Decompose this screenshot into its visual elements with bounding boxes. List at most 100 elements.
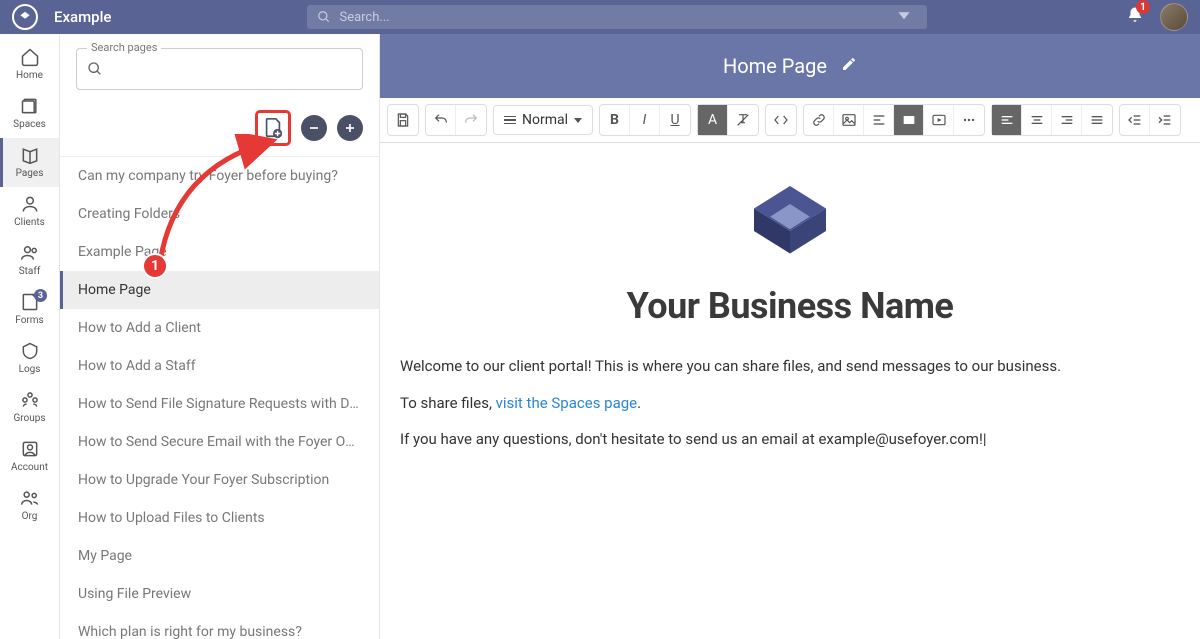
- search-icon: [317, 10, 331, 24]
- pages-search-label: Search pages: [87, 41, 161, 54]
- page-item[interactable]: How to Upgrade Your Foyer Subscription: [60, 461, 379, 499]
- block-icon: [901, 112, 917, 128]
- rail-item-home[interactable]: Home: [0, 40, 59, 89]
- save-icon: [395, 112, 411, 128]
- new-page-button-highlight: [255, 110, 291, 146]
- content-area: Home Page Normal B I: [380, 34, 1200, 639]
- notifications-button[interactable]: 1: [1126, 6, 1144, 28]
- align-button[interactable]: [864, 105, 894, 135]
- block-button[interactable]: [894, 105, 924, 135]
- page-list: Can my company try Foyer before buying? …: [60, 157, 379, 639]
- collapse-button[interactable]: [301, 115, 327, 141]
- code-icon: [773, 112, 789, 128]
- staff-icon: [19, 242, 41, 264]
- undo-button[interactable]: [426, 105, 456, 135]
- align-justify-icon: [1089, 112, 1105, 128]
- pages-icon: [19, 144, 41, 166]
- redo-button[interactable]: [456, 105, 486, 135]
- align-right-icon: [1059, 112, 1075, 128]
- outdent-icon: [1127, 112, 1143, 128]
- chevron-down-icon: [897, 8, 919, 26]
- link-button[interactable]: [804, 105, 834, 135]
- align-right-button[interactable]: [1052, 105, 1082, 135]
- rail-item-pages[interactable]: Pages: [0, 138, 59, 187]
- video-icon: [931, 112, 947, 128]
- rail-item-account[interactable]: Account: [0, 432, 59, 481]
- align-left-button[interactable]: [992, 105, 1022, 135]
- link-icon: [811, 112, 827, 128]
- align-left-icon: [999, 112, 1015, 128]
- page-title: Home Page: [723, 54, 827, 78]
- paragraph-icon: [504, 116, 516, 125]
- outdent-button[interactable]: [1120, 105, 1150, 135]
- new-page-button[interactable]: [262, 117, 284, 139]
- page-item[interactable]: How to Send Secure Email with the Foyer …: [60, 423, 379, 461]
- page-item-selected[interactable]: Home Page: [60, 271, 379, 309]
- minus-icon: [306, 120, 322, 136]
- bold-button[interactable]: B: [600, 105, 630, 135]
- logs-icon: [19, 340, 41, 362]
- bold-icon: B: [610, 112, 619, 128]
- avatar[interactable]: [1160, 3, 1188, 31]
- indent-button[interactable]: [1150, 105, 1180, 135]
- align-icon: [871, 112, 887, 128]
- rail-item-clients[interactable]: Clients: [0, 187, 59, 236]
- align-center-button[interactable]: [1022, 105, 1052, 135]
- pages-search-input[interactable]: Search pages: [76, 48, 363, 90]
- image-button[interactable]: [834, 105, 864, 135]
- video-button[interactable]: [924, 105, 954, 135]
- save-button[interactable]: [388, 105, 418, 135]
- rail-item-forms[interactable]: 3 Forms: [0, 285, 59, 334]
- rail-item-groups[interactable]: Groups: [0, 383, 59, 432]
- edit-title-button[interactable]: [841, 56, 857, 76]
- page-item[interactable]: Example Page: [60, 233, 379, 271]
- document-title: Your Business Name: [400, 285, 1180, 327]
- search-placeholder: Search...: [339, 10, 389, 25]
- page-item[interactable]: Using File Preview: [60, 575, 379, 613]
- format-dropdown[interactable]: Normal: [493, 105, 593, 135]
- expand-button[interactable]: [337, 115, 363, 141]
- document-paragraph: To share files, visit the Spaces page.: [400, 392, 1180, 415]
- nav-rail: Home Spaces Pages Clients Staff 3 For: [0, 34, 60, 639]
- chevron-down-icon: [574, 118, 582, 123]
- code-button[interactable]: [766, 105, 796, 135]
- spaces-link[interactable]: visit the Spaces page: [496, 394, 638, 412]
- business-logo-icon: [400, 177, 1180, 267]
- brand-name: Example: [54, 8, 111, 26]
- org-icon: [19, 487, 41, 509]
- page-item[interactable]: Can my company try Foyer before buying?: [60, 157, 379, 195]
- document-paragraph: If you have any questions, don't hesitat…: [400, 428, 1180, 451]
- image-icon: [841, 112, 857, 128]
- page-item[interactable]: How to Send File Signature Requests with…: [60, 385, 379, 423]
- undo-icon: [433, 112, 449, 128]
- clear-format-button[interactable]: [728, 105, 758, 135]
- global-search-input[interactable]: Search...: [307, 5, 927, 29]
- editor-body[interactable]: Your Business Name Welcome to our client…: [380, 143, 1200, 639]
- topbar: Example Search... 1: [0, 0, 1200, 34]
- page-actions: [60, 100, 379, 157]
- font-color-icon: A: [708, 112, 717, 128]
- underline-button[interactable]: U: [660, 105, 690, 135]
- page-item[interactable]: Creating Folders: [60, 195, 379, 233]
- italic-button[interactable]: I: [630, 105, 660, 135]
- rail-item-org[interactable]: Org: [0, 481, 59, 530]
- page-item[interactable]: My Page: [60, 537, 379, 575]
- more-icon: [961, 112, 977, 128]
- underline-icon: U: [670, 112, 679, 128]
- page-item[interactable]: How to Add a Client: [60, 309, 379, 347]
- page-item[interactable]: Which plan is right for my business?: [60, 613, 379, 639]
- home-icon: [19, 46, 41, 68]
- page-plus-icon: [262, 117, 284, 139]
- plus-icon: [342, 120, 358, 136]
- more-button[interactable]: [954, 105, 984, 135]
- text-color-button[interactable]: A: [698, 105, 728, 135]
- rail-item-staff[interactable]: Staff: [0, 236, 59, 285]
- search-icon: [87, 61, 103, 77]
- rail-item-spaces[interactable]: Spaces: [0, 89, 59, 138]
- rail-item-logs[interactable]: Logs: [0, 334, 59, 383]
- pencil-icon: [841, 56, 857, 72]
- align-justify-button[interactable]: [1082, 105, 1112, 135]
- page-item[interactable]: How to Upload Files to Clients: [60, 499, 379, 537]
- page-item[interactable]: How to Add a Staff: [60, 347, 379, 385]
- spaces-icon: [19, 95, 41, 117]
